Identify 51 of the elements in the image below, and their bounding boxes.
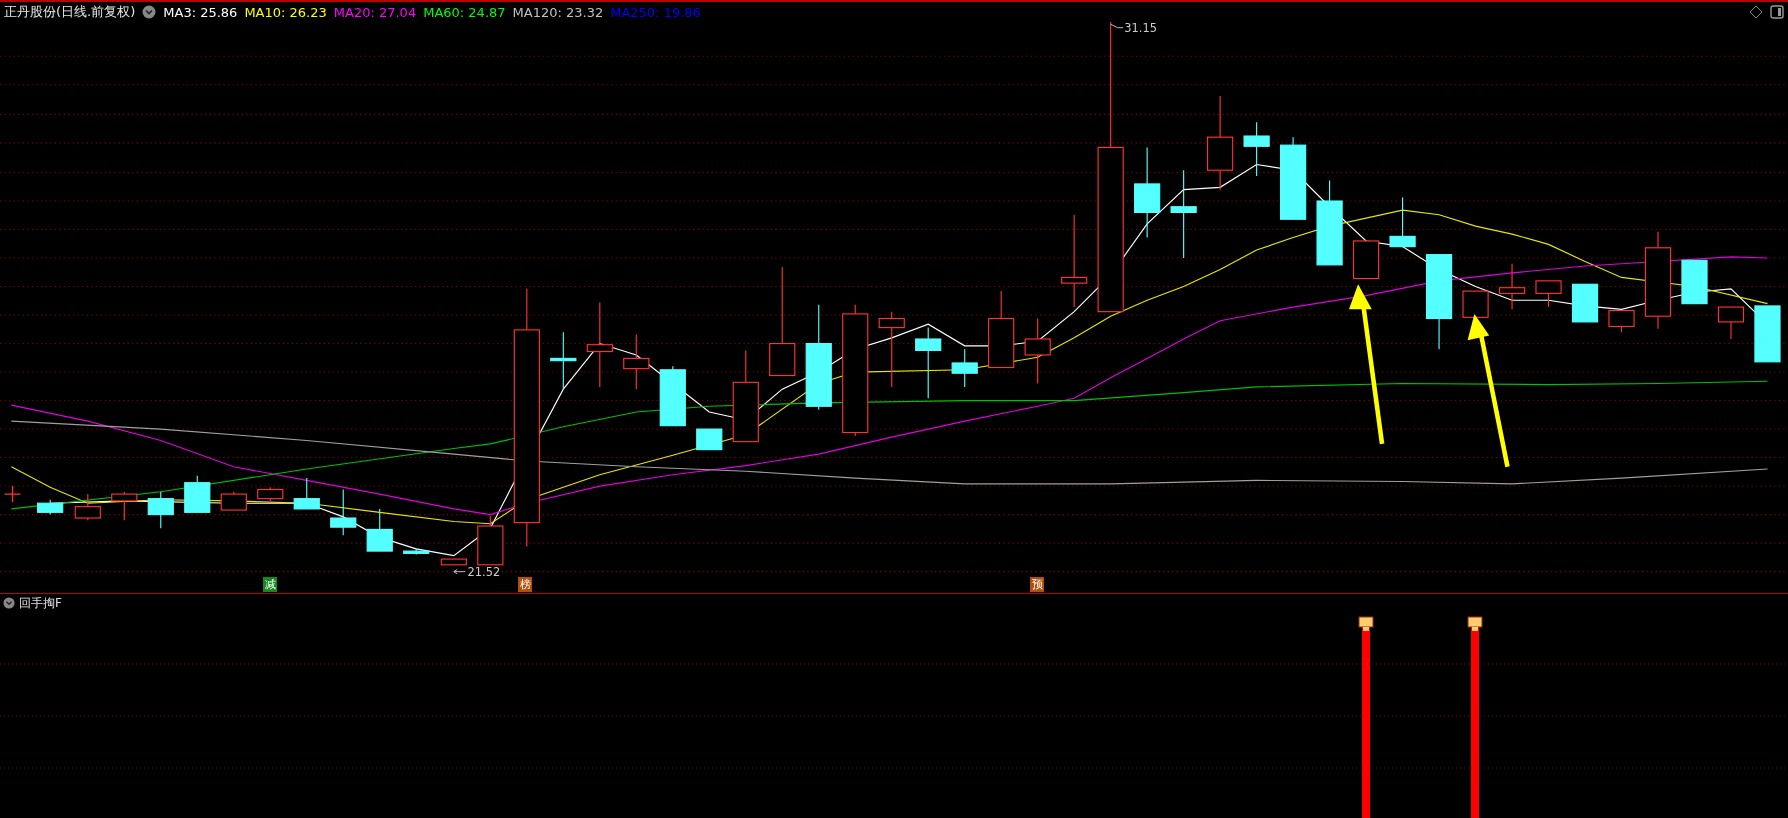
candlestick bbox=[1571, 283, 1599, 323]
candlestick bbox=[1717, 306, 1745, 340]
indicator-title: 回手掏F bbox=[19, 594, 62, 612]
candlestick bbox=[440, 558, 467, 566]
candlestick bbox=[220, 491, 247, 511]
candlestick bbox=[1352, 240, 1380, 280]
moving-average-label: MA120: 23.32 bbox=[512, 4, 604, 20]
candlestick bbox=[477, 515, 504, 566]
candlestick bbox=[1535, 280, 1562, 308]
candlestick bbox=[915, 327, 942, 399]
high-price-label: 31.15 bbox=[1124, 22, 1157, 36]
candlestick bbox=[659, 365, 686, 427]
left-arrow-icon bbox=[453, 568, 466, 575]
candlestick bbox=[330, 488, 357, 536]
dropdown-icon[interactable] bbox=[3, 597, 15, 609]
leader-line bbox=[1110, 23, 1124, 29]
candlestick bbox=[1243, 121, 1270, 177]
panel-toggle-icon[interactable] bbox=[1770, 5, 1784, 19]
candlestick bbox=[1754, 305, 1781, 363]
candlestick bbox=[623, 333, 650, 390]
candlestick bbox=[1462, 290, 1489, 318]
stock-title: 正丹股份(日线.前复权) bbox=[4, 3, 136, 21]
candlestick bbox=[1681, 259, 1708, 305]
moving-average-label: MA250: 19.86 bbox=[610, 4, 701, 20]
moving-average-label: MA60: 24.87 bbox=[423, 4, 506, 20]
candlestick bbox=[37, 499, 64, 516]
moving-average-label: MA3: 25.86 bbox=[163, 4, 238, 20]
signal-marker: 预 bbox=[1030, 577, 1044, 592]
candlestick bbox=[111, 491, 138, 521]
candlestick bbox=[184, 475, 211, 513]
candlestick bbox=[951, 348, 978, 388]
candlestick bbox=[696, 428, 723, 451]
candlestick bbox=[403, 548, 430, 556]
moving-average-label: MA10: 26.23 bbox=[244, 4, 327, 20]
candlestick bbox=[1498, 263, 1526, 310]
signal-marker: 榜 bbox=[518, 577, 532, 592]
candlestick bbox=[550, 331, 577, 390]
candlestick bbox=[1608, 309, 1635, 333]
candlestick bbox=[257, 486, 284, 502]
candlestick bbox=[147, 491, 174, 529]
crosshair-icon bbox=[3, 485, 22, 503]
candlestick bbox=[366, 508, 393, 552]
signal-marker: 减 bbox=[263, 577, 277, 592]
candlestick bbox=[74, 493, 101, 521]
diamond-icon[interactable] bbox=[1749, 5, 1763, 19]
candlestick bbox=[1389, 197, 1416, 248]
moving-average-label: MA20: 27.04 bbox=[333, 4, 417, 20]
candlestick bbox=[1024, 317, 1051, 385]
candlestick bbox=[293, 477, 320, 510]
low-price-label: 21.52 bbox=[467, 565, 501, 580]
dropdown-icon[interactable] bbox=[142, 5, 157, 19]
